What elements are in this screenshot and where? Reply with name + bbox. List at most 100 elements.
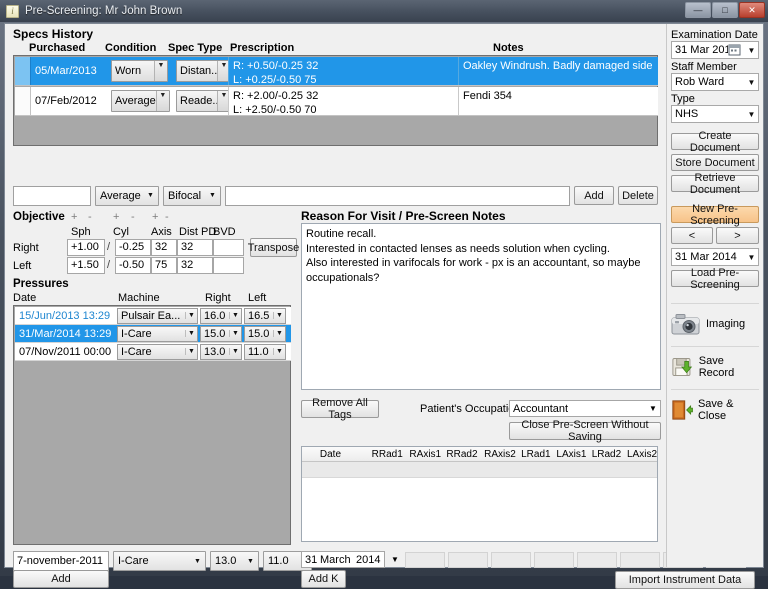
right-axis-input[interactable]: 32 (151, 239, 177, 256)
chevron-down-icon[interactable]: ▼ (273, 312, 285, 319)
reason-for-visit-textarea[interactable]: Routine recall. Interested in contacted … (301, 223, 661, 390)
chevron-down-icon[interactable]: ▼ (273, 330, 285, 337)
sph-increment-button[interactable]: + (71, 211, 77, 223)
condition-select[interactable]: Average ▼ (95, 185, 159, 206)
right-sph-input[interactable]: +1.00 (67, 239, 105, 256)
k-year-value[interactable]: 2014 (356, 554, 382, 566)
chevron-down-icon[interactable]: ▼ (205, 192, 220, 199)
chevron-down-icon[interactable]: ▼ (185, 348, 197, 355)
left-axis-input[interactable]: 75 (151, 257, 177, 274)
add-spec-button[interactable]: Add (574, 186, 614, 205)
chevron-down-icon[interactable]: ▼ (745, 46, 758, 55)
save-and-close-button[interactable]: Save & Close (671, 395, 759, 425)
chevron-down-icon[interactable]: ▼ (229, 330, 241, 337)
specs-history-grid[interactable]: 05/Mar/2013 Worn ▼ Distan... ▼ R: +0.50/… (13, 55, 658, 146)
store-document-button[interactable]: Store Document (671, 154, 759, 171)
chevron-down-icon[interactable]: ▼ (155, 91, 169, 111)
chevron-down-icon[interactable]: ▼ (185, 312, 197, 319)
chevron-down-icon[interactable]: ▼ (154, 61, 167, 81)
k-raxis1-input[interactable] (448, 551, 488, 568)
k-rrad1-input[interactable] (405, 551, 445, 568)
close-without-saving-button[interactable]: Close Pre-Screen Without Saving (509, 419, 661, 443)
occupation-select[interactable]: Accountant ▼ (509, 400, 661, 417)
right-pressure-dropdown[interactable]: 15.0 ▼ (200, 325, 242, 342)
chevron-down-icon[interactable]: ▼ (217, 61, 228, 81)
new-pressure-date-input[interactable]: 7-november-2011 (13, 551, 109, 571)
left-pressure-dropdown[interactable]: 16.5 ▼ (244, 307, 286, 324)
k-day-value[interactable]: 31 (302, 554, 320, 566)
chevron-down-icon[interactable]: ▼ (646, 404, 660, 413)
table-row[interactable]: 07/Nov/2011 00:00 I-Care ▼ 13.0 ▼ 11.0 ▼ (15, 343, 291, 361)
pressures-grid[interactable]: 15/Jun/2013 13:29 Pulsair Ea... ▼ 16.0 ▼… (13, 305, 291, 545)
k-rrad2-input[interactable] (491, 551, 531, 568)
close-button[interactable]: ✕ (739, 2, 765, 18)
spec-type-select[interactable]: Bifocal ▼ (163, 185, 221, 206)
k-laxis1-input[interactable] (620, 551, 660, 568)
screening-date-select[interactable]: 31 Mar 2014 ▼ (671, 248, 759, 266)
table-row[interactable]: 07/Feb/2012 Average ▼ Reade... ▼ (15, 87, 658, 116)
purchased-input[interactable] (13, 185, 91, 206)
next-screening-button[interactable]: > (716, 227, 759, 244)
imaging-button[interactable]: Imaging (671, 309, 759, 339)
machine-dropdown[interactable]: I-Care ▼ (117, 325, 198, 342)
chevron-down-icon[interactable]: ▼ (243, 558, 258, 565)
new-pre-screening-button[interactable]: New Pre-Screening (671, 203, 759, 227)
chevron-down-icon[interactable]: ▼ (185, 330, 197, 337)
chevron-down-icon[interactable]: ▼ (190, 558, 205, 565)
chevron-down-icon[interactable]: ▼ (229, 348, 241, 355)
remove-all-tags-button[interactable]: Remove All Tags (301, 397, 379, 421)
right-pressure-dropdown[interactable]: 16.0 ▼ (200, 307, 242, 324)
right-dist-pd-input[interactable]: 32 (177, 239, 213, 256)
left-bvd-input[interactable] (213, 257, 244, 274)
table-row[interactable]: 31/Mar/2014 13:29 I-Care ▼ 15.0 ▼ 15.0 ▼ (15, 325, 291, 343)
sph-decrement-button[interactable]: - (88, 211, 92, 223)
chevron-down-icon[interactable]: ▼ (745, 78, 758, 87)
exam-date-field[interactable]: 31 Mar 2014 ▼ (671, 41, 759, 59)
new-pressure-machine-select[interactable]: I-Care ▼ (113, 551, 206, 571)
machine-dropdown[interactable]: Pulsair Ea... ▼ (117, 307, 198, 324)
k-date-picker[interactable]: 31 March 2014 (301, 551, 385, 568)
cell-pressure-date[interactable]: 31/Mar/2014 13:29 (15, 328, 115, 340)
condition-dropdown[interactable]: Average ▼ (111, 90, 170, 112)
spec-type-dropdown[interactable]: Distan... ▼ (176, 60, 228, 82)
table-row[interactable]: 15/Jun/2013 13:29 Pulsair Ea... ▼ 16.0 ▼… (15, 307, 291, 325)
k-month-value[interactable]: March (320, 554, 356, 566)
k-lrad1-input[interactable] (577, 551, 617, 568)
left-cyl-input[interactable]: -0.50 (115, 257, 151, 274)
spec-type-dropdown[interactable]: Reade... ▼ (176, 90, 228, 112)
axis-increment-button[interactable]: + (152, 211, 158, 223)
add-k-button[interactable]: Add K (301, 570, 346, 588)
table-row[interactable]: 05/Mar/2013 Worn ▼ Distan... ▼ R: +0.50/… (15, 57, 658, 86)
right-cyl-input[interactable]: -0.25 (115, 239, 151, 256)
machine-dropdown[interactable]: I-Care ▼ (117, 343, 198, 360)
cyl-increment-button[interactable]: + (113, 211, 119, 223)
chevron-down-icon[interactable]: ▼ (143, 192, 158, 199)
left-dist-pd-input[interactable]: 32 (177, 257, 213, 274)
left-sph-input[interactable]: +1.50 (67, 257, 105, 274)
staff-member-select[interactable]: Rob Ward ▼ (671, 73, 759, 91)
load-pre-screening-button[interactable]: Load Pre-Screening (671, 267, 759, 291)
row-selector[interactable] (15, 87, 31, 115)
prev-screening-button[interactable]: < (671, 227, 713, 244)
add-pressure-button[interactable]: Add (13, 570, 109, 588)
chevron-down-icon[interactable]: ▼ (745, 110, 758, 119)
chevron-down-icon[interactable]: ▼ (217, 91, 228, 111)
left-pressure-dropdown[interactable]: 11.0 ▼ (244, 343, 286, 360)
right-bvd-input[interactable] (213, 239, 244, 256)
cell-pressure-date[interactable]: 15/Jun/2013 13:29 (15, 310, 115, 322)
new-right-pressure-select[interactable]: 13.0 ▼ (210, 551, 259, 571)
chevron-down-icon[interactable]: ▼ (388, 555, 402, 564)
minimize-button[interactable]: — (685, 2, 711, 18)
condition-dropdown[interactable]: Worn ▼ (111, 60, 168, 82)
notes-input[interactable] (225, 185, 570, 206)
chevron-down-icon[interactable]: ▼ (745, 253, 758, 262)
type-select[interactable]: NHS ▼ (671, 105, 759, 123)
delete-spec-button[interactable]: Delete (618, 186, 658, 205)
transpose-button[interactable]: Transpose (248, 238, 299, 257)
cyl-decrement-button[interactable]: - (131, 211, 135, 223)
k-readings-grid[interactable]: Date RRad1 RAxis1 RRad2 RAxis2 LRad1 LAx… (301, 446, 658, 542)
maximize-button[interactable]: □ (712, 2, 738, 18)
k-raxis2-input[interactable] (534, 551, 574, 568)
chevron-down-icon[interactable]: ▼ (273, 348, 285, 355)
row-selector[interactable] (15, 57, 31, 85)
